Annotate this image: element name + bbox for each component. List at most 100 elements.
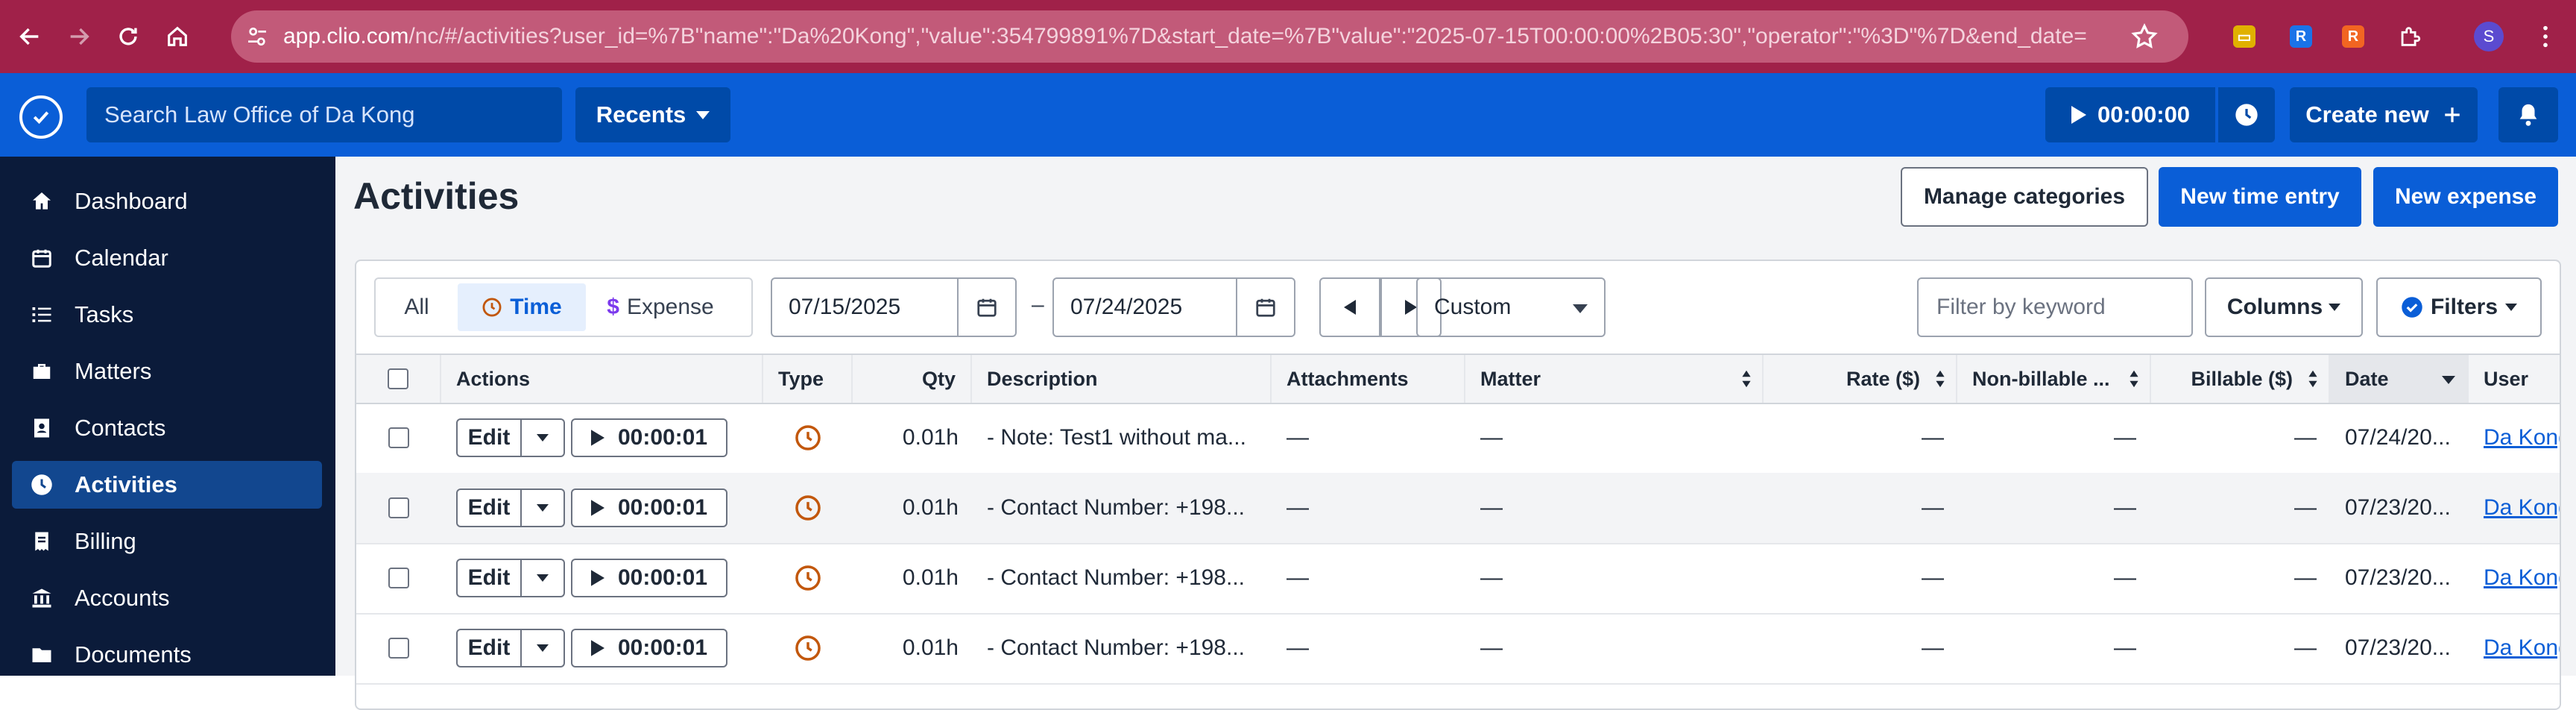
sidebar-item-accounts[interactable]: Accounts bbox=[12, 574, 322, 622]
create-new-label: Create new bbox=[2305, 101, 2429, 128]
global-search-input[interactable]: Search Law Office of Da Kong bbox=[86, 87, 562, 142]
extension-3-icon[interactable]: R bbox=[2336, 19, 2370, 54]
notifications-bell-icon[interactable] bbox=[2498, 87, 2558, 142]
address-bar[interactable]: app.clio.com/nc/#/activities?user_id=%7B… bbox=[231, 10, 2188, 63]
folder-icon bbox=[27, 640, 57, 670]
row-timer-button[interactable]: 00:00:01 bbox=[571, 488, 727, 527]
row-checkbox[interactable] bbox=[388, 497, 409, 518]
sidebar-item-tasks[interactable]: Tasks bbox=[12, 291, 322, 339]
clio-logo-icon[interactable] bbox=[19, 95, 63, 139]
sidebar-item-dashboard[interactable]: Dashboard bbox=[12, 178, 322, 225]
row-nonbillable: — bbox=[2114, 495, 2136, 520]
create-new-button[interactable]: Create new bbox=[2290, 87, 2478, 142]
header-nonbillable: Non-billable ... bbox=[1972, 367, 2110, 390]
row-timer-value: 00:00:01 bbox=[617, 565, 708, 590]
timer-button[interactable]: 00:00:00 bbox=[2045, 87, 2215, 142]
home-page-icon[interactable] bbox=[158, 17, 197, 56]
clock-icon bbox=[2235, 104, 2258, 126]
row-user-link[interactable]: Da Kong bbox=[2484, 473, 2560, 543]
edit-button[interactable]: Edit bbox=[456, 418, 522, 457]
play-icon bbox=[590, 570, 604, 586]
back-icon[interactable] bbox=[10, 17, 49, 56]
header-user: User bbox=[2484, 367, 2529, 390]
play-icon bbox=[590, 640, 604, 656]
row-timer-button[interactable]: 00:00:01 bbox=[571, 559, 727, 597]
profile-avatar[interactable]: S bbox=[2472, 19, 2506, 54]
tab-expense[interactable]: $ Expense bbox=[586, 283, 735, 331]
tab-time[interactable]: Time bbox=[458, 283, 586, 331]
extension-2-icon[interactable]: R bbox=[2284, 19, 2318, 54]
previous-range-button[interactable] bbox=[1319, 277, 1380, 337]
row-user-link[interactable]: Da Kong bbox=[2484, 543, 2560, 613]
sort-icon bbox=[1742, 370, 1751, 388]
reload-icon[interactable] bbox=[109, 17, 148, 56]
table-row: Edit 00:00:01 0.01h - Contact Number: +1… bbox=[356, 613, 2560, 685]
row-date: 07/23/20... bbox=[2345, 495, 2451, 520]
keyword-filter-input[interactable]: Filter by keyword bbox=[1917, 277, 2193, 337]
play-icon bbox=[590, 430, 604, 446]
row-timer-button[interactable]: 00:00:01 bbox=[571, 418, 727, 457]
calendar-icon[interactable] bbox=[957, 279, 1015, 336]
url-path: /nc/#/activities?user_id=%7B"name":"Da%2… bbox=[408, 24, 2087, 48]
edit-button[interactable]: Edit bbox=[456, 488, 522, 527]
main-content: Activities Manage categories New time en… bbox=[335, 157, 2576, 710]
row-checkbox[interactable] bbox=[388, 638, 409, 659]
tab-all[interactable]: All bbox=[376, 283, 458, 331]
header-rate: Rate ($) bbox=[1846, 367, 1920, 390]
extensions-puzzle-icon[interactable] bbox=[2393, 19, 2427, 54]
extension-1-icon[interactable]: ▭ bbox=[2227, 19, 2261, 54]
sidebar-item-billing[interactable]: Billing bbox=[12, 518, 322, 565]
row-description: - Contact Number: +198... bbox=[987, 495, 1245, 520]
edit-menu-chevron-icon[interactable] bbox=[522, 629, 565, 667]
edit-button[interactable]: Edit bbox=[456, 629, 522, 667]
new-time-entry-button[interactable]: New time entry bbox=[2159, 167, 2361, 227]
sidebar-item-label: Billing bbox=[75, 528, 136, 554]
edit-button[interactable]: Edit bbox=[456, 559, 522, 597]
columns-button[interactable]: Columns bbox=[2205, 277, 2363, 337]
header-billable-cell[interactable]: Billable ($) bbox=[2151, 355, 2330, 403]
bookmark-star-icon[interactable] bbox=[2130, 22, 2159, 51]
header-nonbillable-cell[interactable]: Non-billable ... bbox=[1957, 355, 2151, 403]
manage-categories-button[interactable]: Manage categories bbox=[1901, 167, 2148, 227]
sidebar-item-activities[interactable]: Activities bbox=[12, 461, 322, 509]
start-date-field[interactable]: 07/15/2025 bbox=[771, 277, 1017, 337]
sidebar-item-documents[interactable]: Documents bbox=[12, 631, 322, 679]
row-user-link[interactable]: Da Kong bbox=[2484, 403, 2560, 473]
edit-menu-chevron-icon[interactable] bbox=[522, 488, 565, 527]
site-settings-icon[interactable] bbox=[231, 25, 283, 48]
row-user-link[interactable]: Da Kong bbox=[2484, 613, 2560, 683]
row-checkbox[interactable] bbox=[388, 568, 409, 588]
header-rate-cell[interactable]: Rate ($) bbox=[1764, 355, 1957, 403]
edit-menu-chevron-icon[interactable] bbox=[522, 418, 565, 457]
date-range-select[interactable]: Custom bbox=[1416, 277, 1606, 337]
timer-history-button[interactable] bbox=[2218, 87, 2275, 142]
sidebar-item-label: Matters bbox=[75, 358, 152, 384]
calendar-icon bbox=[27, 243, 57, 273]
header-billable: Billable ($) bbox=[2191, 367, 2293, 390]
browser-menu-icon[interactable] bbox=[2528, 19, 2563, 54]
recents-button[interactable]: Recents bbox=[575, 87, 730, 142]
sidebar-item-label: Dashboard bbox=[75, 188, 188, 214]
row-timer-button[interactable]: 00:00:01 bbox=[571, 629, 727, 667]
header-qty[interactable]: Qty bbox=[853, 355, 972, 403]
date-range-separator: – bbox=[1032, 292, 1044, 317]
select-all-checkbox[interactable] bbox=[388, 368, 408, 389]
edit-menu-chevron-icon[interactable] bbox=[522, 559, 565, 597]
home-icon bbox=[27, 186, 57, 216]
end-date-field[interactable]: 07/24/2025 bbox=[1052, 277, 1295, 337]
row-checkbox[interactable] bbox=[388, 427, 409, 448]
header-type: Type bbox=[763, 355, 853, 403]
header-date-cell[interactable]: Date bbox=[2330, 355, 2469, 403]
header-matter: Matter bbox=[1480, 367, 1541, 390]
header-matter-cell[interactable]: Matter bbox=[1465, 355, 1764, 403]
sidebar-item-label: Accounts bbox=[75, 585, 170, 611]
new-expense-button[interactable]: New expense bbox=[2373, 167, 2558, 227]
sidebar-item-calendar[interactable]: Calendar bbox=[12, 234, 322, 282]
sidebar-item-contacts[interactable]: Contacts bbox=[12, 404, 322, 452]
calendar-icon[interactable] bbox=[1236, 279, 1294, 336]
filters-button[interactable]: Filters bbox=[2376, 277, 2542, 337]
forward-icon[interactable] bbox=[60, 17, 98, 56]
sidebar-item-matters[interactable]: Matters bbox=[12, 348, 322, 395]
row-rate: — bbox=[1922, 425, 1944, 450]
tab-expense-label: Expense bbox=[626, 295, 714, 319]
